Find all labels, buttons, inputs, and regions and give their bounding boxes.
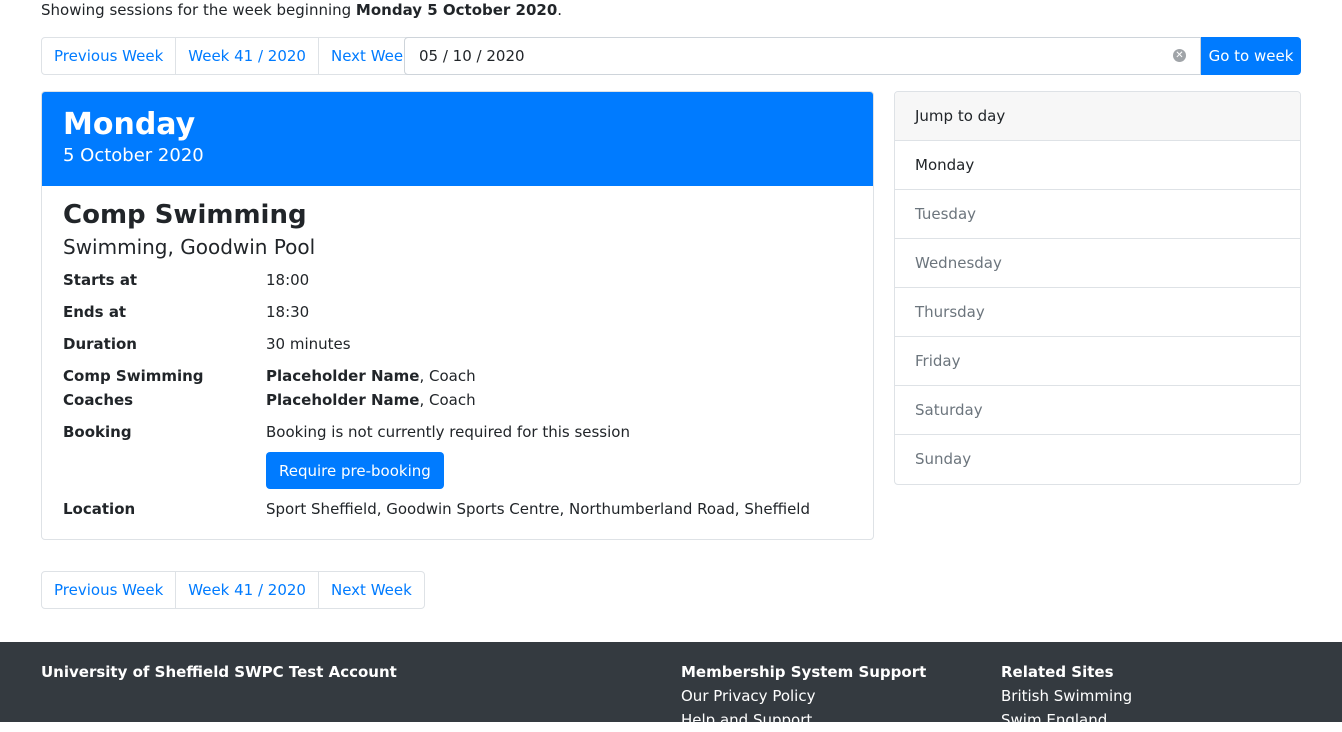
go-to-week-button[interactable]: Go to week	[1201, 37, 1301, 75]
day-card: Monday 5 October 2020 Comp Swimming Swim…	[41, 91, 874, 540]
duration-value: 30 minutes	[266, 335, 351, 353]
week-pager-top: Previous Week Week 41 / 2020 Next Week	[41, 37, 425, 75]
location-value: Sport Sheffield, Goodwin Sports Centre, …	[266, 500, 810, 518]
duration-row: Duration 30 minutes	[63, 332, 852, 356]
ends-row: Ends at 18:30	[63, 300, 852, 324]
week-intro-text: Showing sessions for the week beginning …	[41, 0, 562, 20]
jump-day-tuesday: Tuesday	[895, 190, 1300, 239]
swim-england-link[interactable]: Swim England	[1001, 708, 1132, 732]
coaches-label: Comp Swimming Coaches	[63, 367, 204, 409]
coach-name: Placeholder Name	[266, 391, 420, 409]
previous-week-link[interactable]: Previous Week	[42, 38, 175, 74]
location-row: Location Sport Sheffield, Goodwin Sports…	[63, 497, 852, 521]
jump-day-wednesday: Wednesday	[895, 239, 1300, 288]
footer-related-heading: Related Sites	[1001, 663, 1114, 681]
jump-day-sunday: Sunday	[915, 450, 972, 468]
booking-label: Booking	[63, 423, 132, 441]
coaches-list: Placeholder Name, Coach Placeholder Name…	[266, 364, 852, 412]
intro-prefix: Showing sessions for the week beginning	[41, 1, 356, 19]
current-week-link[interactable]: Week 41 / 2020	[175, 572, 318, 608]
require-pre-booking-button[interactable]: Require pre-booking	[266, 452, 444, 489]
jump-to-day-heading: Jump to day	[895, 92, 1300, 141]
starts-label: Starts at	[63, 271, 138, 289]
coach-entry: Placeholder Name, Coach	[266, 364, 852, 388]
next-week-link[interactable]: Next Week	[317, 572, 424, 608]
intro-week-date: Monday 5 October 2020	[355, 1, 558, 19]
coach-role: , Coach	[419, 367, 476, 385]
previous-week-link[interactable]: Previous Week	[42, 572, 175, 608]
booking-status: Booking is not currently required for th…	[266, 423, 630, 441]
footer-org-column: University of Sheffield SWPC Test Accoun…	[41, 660, 397, 684]
week-date-field: ✕	[404, 37, 1201, 75]
footer-org-name: University of Sheffield SWPC Test Accoun…	[41, 663, 397, 681]
clear-icon[interactable]: ✕	[1173, 49, 1186, 62]
day-date: 5 October 2020	[63, 145, 204, 166]
jump-day-saturday: Saturday	[895, 386, 1300, 435]
duration-label: Duration	[63, 335, 137, 353]
footer-support-column: Membership System Support Our Privacy Po…	[681, 660, 926, 732]
coach-name: Placeholder Name	[266, 367, 420, 385]
ends-label: Ends at	[63, 303, 127, 321]
jump-day-monday[interactable]: Monday	[895, 141, 1300, 190]
location-label: Location	[63, 500, 136, 518]
footer-related-column: Related Sites British Swimming Swim Engl…	[1001, 660, 1132, 732]
booking-value: Booking is not currently required for th…	[266, 420, 852, 489]
starts-value: 18:00	[266, 271, 310, 289]
booking-row: Booking Booking is not currently require…	[63, 420, 852, 489]
ends-value: 18:30	[266, 303, 310, 321]
coach-entry: Placeholder Name, Coach	[266, 388, 852, 412]
day-name: Monday	[63, 107, 196, 142]
help-support-link[interactable]: Help and Support	[681, 708, 926, 732]
privacy-policy-link[interactable]: Our Privacy Policy	[681, 684, 926, 708]
jump-to-day-panel: Jump to day Monday Tuesday Wednesday Thu…	[894, 91, 1301, 485]
footer-support-heading: Membership System Support	[681, 663, 927, 681]
british-swimming-link[interactable]: British Swimming	[1001, 684, 1132, 708]
session-subtitle: Swimming, Goodwin Pool	[63, 235, 316, 259]
current-week-link[interactable]: Week 41 / 2020	[175, 38, 318, 74]
starts-row: Starts at 18:00	[63, 268, 852, 292]
week-pager-bottom: Previous Week Week 41 / 2020 Next Week	[41, 571, 425, 609]
day-header: Monday 5 October 2020	[42, 92, 873, 186]
session-details: Comp Swimming Swimming, Goodwin Pool Sta…	[42, 186, 873, 539]
jump-day-thursday: Thursday	[895, 288, 1300, 337]
coaches-row: Comp Swimming Coaches Placeholder Name, …	[63, 364, 852, 412]
jump-day-friday: Friday	[895, 337, 1300, 386]
coach-role: , Coach	[419, 391, 476, 409]
site-footer: University of Sheffield SWPC Test Accoun…	[0, 642, 1342, 729]
intro-suffix: .	[557, 1, 563, 19]
week-date-input[interactable]	[405, 38, 1105, 74]
session-title: Comp Swimming	[63, 200, 307, 230]
